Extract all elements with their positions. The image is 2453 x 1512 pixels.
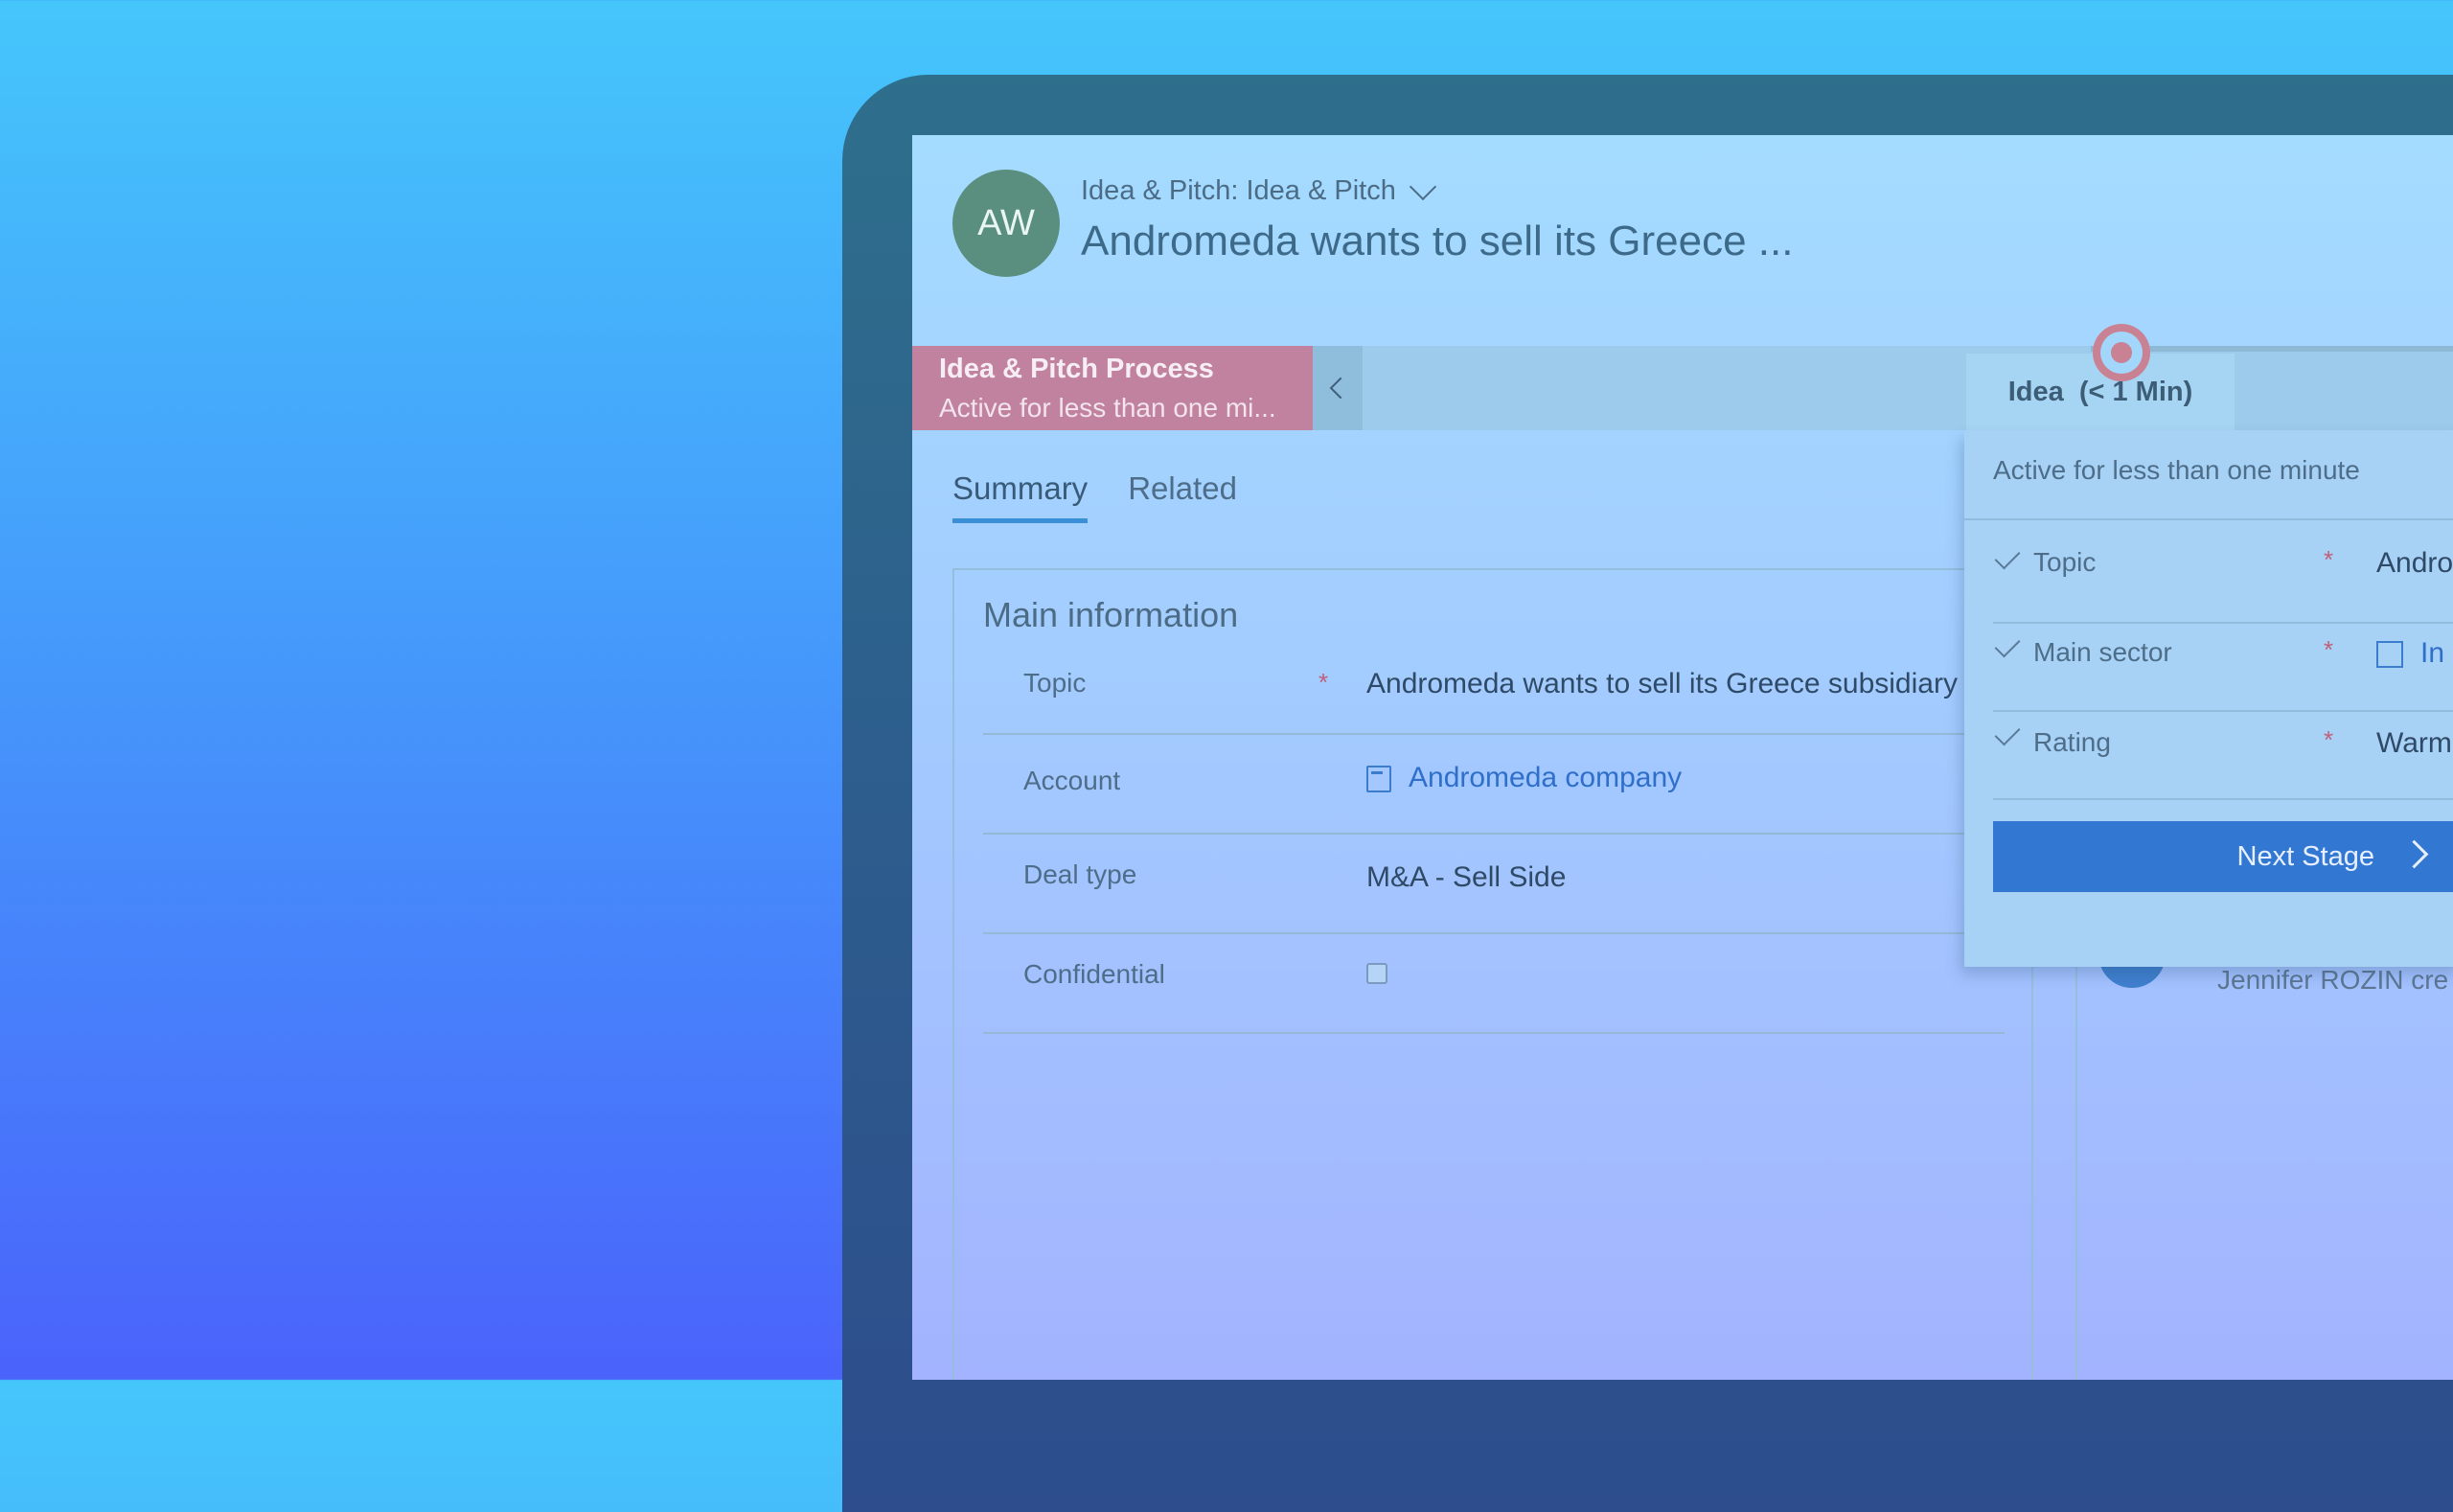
next-stage-label: Next Stage bbox=[2236, 840, 2374, 872]
flyout-topic-input[interactable]: Andro bbox=[2376, 547, 2453, 580]
topic-input[interactable]: Andromeda wants to sell its Greece subsi… bbox=[1366, 668, 1958, 700]
chevron-down-icon[interactable] bbox=[1409, 172, 1437, 200]
field-deal-type: Deal type M&A - Sell Side bbox=[983, 835, 2005, 934]
page-title: Andromeda wants to sell its Greece ... bbox=[1081, 218, 1794, 264]
timeline-entry[interactable]: Jennifer ROZIN cre bbox=[2217, 965, 2448, 996]
account-icon bbox=[1366, 766, 1391, 793]
checkmark-icon bbox=[1994, 720, 2021, 746]
confidential-checkbox[interactable] bbox=[1366, 963, 1387, 984]
stage-status: Active for less than one minute bbox=[1993, 455, 2360, 485]
next-stage-button[interactable]: Next Stage bbox=[1993, 821, 2453, 892]
account-lookup[interactable]: Andromeda company bbox=[1366, 762, 1682, 794]
flyout-field-main-sector: Main sector * In bbox=[1993, 624, 2453, 712]
main-sector-lookup[interactable]: In bbox=[2376, 637, 2444, 670]
field-label: Rating bbox=[2033, 727, 2111, 757]
account-link[interactable]: Andromeda company bbox=[1409, 762, 1682, 793]
field-label: Confidential bbox=[1023, 959, 1165, 989]
field-label: Main sector bbox=[2033, 637, 2172, 667]
sector-link[interactable]: In bbox=[2420, 637, 2444, 669]
rating-select[interactable]: Warm bbox=[2376, 727, 2452, 760]
field-label: Account bbox=[1023, 766, 1121, 795]
form-selector[interactable]: Idea & Pitch: Idea & Pitch bbox=[1081, 172, 1437, 207]
active-stage-icon bbox=[2093, 324, 2150, 381]
field-account: Account Andromeda company bbox=[983, 735, 2005, 835]
deal-type-select[interactable]: M&A - Sell Side bbox=[1366, 861, 1566, 894]
chevron-left-icon bbox=[1329, 377, 1352, 400]
tab-summary[interactable]: Summary bbox=[952, 470, 1089, 523]
flyout-field-topic: Topic * Andro bbox=[1993, 536, 2453, 624]
field-confidential: Confidential bbox=[983, 934, 2005, 1034]
field-label: Topic bbox=[2033, 547, 2097, 577]
collapse-process-button[interactable] bbox=[1313, 346, 1363, 430]
divider bbox=[1964, 518, 2453, 520]
tab-related[interactable]: Related bbox=[1128, 470, 1237, 523]
app-screen: AW Idea & Pitch: Idea & Pitch Andromeda … bbox=[912, 135, 2453, 1380]
tab-strip: Summary Related bbox=[952, 470, 1237, 523]
checkmark-icon bbox=[1994, 543, 2021, 570]
process-status: Active for less than one mi... bbox=[939, 393, 1276, 423]
required-marker: * bbox=[2324, 545, 2334, 574]
process-name: Idea & Pitch Process bbox=[939, 354, 1214, 384]
process-flag[interactable]: Idea & Pitch Process Active for less tha… bbox=[912, 346, 1313, 430]
required-marker: * bbox=[2324, 725, 2334, 754]
main-information-section: Main information Topic * Andromeda wants… bbox=[952, 568, 2033, 1380]
sector-icon bbox=[2376, 641, 2403, 669]
breadcrumb: Idea & Pitch: Idea & Pitch bbox=[1081, 175, 1396, 206]
field-label: Topic bbox=[1023, 668, 1087, 698]
checkmark-icon bbox=[1994, 631, 2021, 658]
avatar: AW bbox=[952, 170, 1060, 277]
stage-flyout: Active for less than one minute Topic * … bbox=[1964, 430, 2453, 967]
required-marker: * bbox=[1318, 668, 1329, 697]
flyout-field-rating: Rating * Warm bbox=[1993, 712, 2453, 800]
stage-label: Idea (< 1 Min) bbox=[2007, 376, 2193, 407]
field-topic: Topic * Andromeda wants to sell its Gree… bbox=[983, 630, 2005, 735]
field-label: Deal type bbox=[1023, 859, 1137, 889]
required-marker: * bbox=[2324, 635, 2334, 664]
chevron-right-icon bbox=[2399, 839, 2429, 869]
